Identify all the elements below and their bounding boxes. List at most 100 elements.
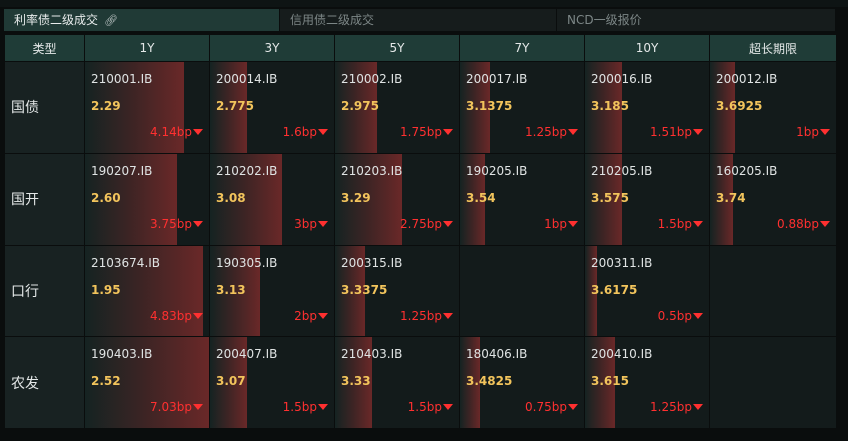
- down-arrow-icon: [318, 129, 328, 135]
- table-row: 农发 190403.IB 2.52 7.03bp 200407.IB 3.07 1.5bp 2…: [4, 336, 837, 429]
- down-arrow-icon: [693, 404, 703, 411]
- yield-change-value: 1.25bp: [400, 308, 442, 323]
- bond-code: 210203.IB: [341, 163, 403, 178]
- bond-cell[interactable]: 210002.IB 2.975 1.75bp: [334, 61, 460, 154]
- down-arrow-icon: [318, 220, 328, 227]
- yield-change-value: 4.14bp: [150, 125, 192, 139]
- bond-yield: 1.95: [91, 282, 121, 297]
- tab-label: 信用债二级成交: [290, 13, 375, 27]
- bond-yield: 3.6925: [716, 99, 763, 113]
- yield-change-value: 1.5bp: [407, 400, 442, 415]
- down-arrow-icon: [568, 220, 578, 227]
- down-arrow-icon: [318, 312, 328, 319]
- table-row: 口行 2103674.IB 1.95 4.83bp 190305.IB 3.13 2bp 20…: [4, 244, 837, 338]
- bond-yield: 2.52: [91, 374, 121, 389]
- table-row: 国开 190207.IB 2.60 3.75bp 210202.IB 3.08 3bp 210…: [4, 152, 837, 246]
- bond-code: 200311.IB: [591, 255, 653, 270]
- bond-cell[interactable]: 200410.IB 3.615 1.25bp: [584, 336, 710, 429]
- bond-yield: 3.07: [216, 374, 246, 389]
- bond-cell[interactable]: 180406.IB 3.4825 0.75bp: [459, 336, 585, 429]
- bond-cell[interactable]: 200014.IB 2.775 1.6bp: [209, 61, 335, 154]
- yield-change: 1.25bp: [525, 125, 578, 139]
- bond-cell[interactable]: 210202.IB 3.08 3bp: [209, 152, 335, 246]
- table-row: 国债 210001.IB 2.29 4.14bp 200014.IB 2.775 1.6bp…: [4, 61, 837, 154]
- down-arrow-icon: [693, 220, 703, 227]
- yield-change-value: 7.03bp: [150, 400, 192, 415]
- link-icon[interactable]: 🔗︎: [104, 10, 118, 32]
- bond-cell[interactable]: 200012.IB 3.6925 1bp: [709, 61, 837, 154]
- tab-label: NCD一级报价: [567, 13, 642, 27]
- yield-change: 1.25bp: [400, 309, 453, 323]
- down-arrow-icon: [443, 404, 453, 411]
- bond-cell[interactable]: 210205.IB 3.575 1.5bp: [584, 152, 710, 246]
- bond-code: 200410.IB: [591, 347, 653, 362]
- bond-cell[interactable]: 210203.IB 3.29 2.75bp: [334, 152, 460, 246]
- bond-cell[interactable]: 190207.IB 2.60 3.75bp: [84, 152, 210, 246]
- yield-change: 2.75bp: [400, 217, 453, 231]
- bond-cell[interactable]: 210001.IB 2.29 4.14bp: [84, 61, 210, 154]
- bond-cell[interactable]: 190305.IB 3.13 2bp: [209, 244, 335, 338]
- column-header-7y: 7Y: [459, 34, 585, 62]
- bond-code: 2103674.IB: [91, 255, 161, 270]
- tab-rate-bond-secondary[interactable]: 利率债二级成交 🔗︎: [4, 9, 280, 31]
- yield-change-value: 2.75bp: [400, 216, 442, 231]
- bond-cell[interactable]: 190403.IB 2.52 7.03bp: [84, 336, 210, 429]
- column-header-type: 类型: [4, 34, 85, 62]
- down-arrow-icon: [193, 129, 203, 135]
- bond-code: 200407.IB: [216, 347, 278, 362]
- yield-change-value: 2bp: [294, 308, 317, 323]
- bond-cell[interactable]: 210403.IB 3.33 1.5bp: [334, 336, 460, 429]
- yield-change-value: 1.5bp: [657, 216, 692, 231]
- top-strip: [0, 0, 848, 7]
- yield-change: 1.5bp: [658, 217, 703, 231]
- yield-change: 1.51bp: [650, 125, 703, 139]
- row-type-label: 口行: [4, 244, 85, 338]
- down-arrow-icon: [568, 404, 578, 411]
- column-header-ultra-long: 超长期限: [709, 34, 837, 62]
- row-type-label: 国开: [4, 152, 85, 246]
- bond-yield: 3.4825: [466, 374, 513, 389]
- yield-change-value: 1.51bp: [650, 125, 692, 139]
- yield-change-value: 1bp: [544, 216, 567, 231]
- bond-yield: 3.54: [466, 190, 496, 205]
- yield-change: 1bp: [544, 217, 578, 231]
- bond-code: 200012.IB: [716, 72, 778, 86]
- yield-change-value: 1.25bp: [650, 400, 692, 415]
- yield-change: 1.6bp: [283, 125, 328, 139]
- column-header-10y: 10Y: [584, 34, 710, 62]
- yield-change: 1.5bp: [283, 400, 328, 414]
- bond-cell[interactable]: 200315.IB 3.3375 1.25bp: [334, 244, 460, 338]
- yield-change: 3bp: [294, 217, 328, 231]
- bond-yield: 3.3375: [341, 282, 388, 297]
- bond-code: 200315.IB: [341, 255, 403, 270]
- down-arrow-icon: [193, 220, 203, 227]
- bond-cell[interactable]: 2103674.IB 1.95 4.83bp: [84, 244, 210, 338]
- row-type-label: 农发: [4, 336, 85, 429]
- bond-code: 210002.IB: [341, 72, 403, 86]
- tab-credit-bond-secondary[interactable]: 信用债二级成交: [280, 9, 557, 31]
- yield-change: 0.75bp: [525, 400, 578, 414]
- yield-change: 7.03bp: [150, 400, 203, 414]
- tab-ncd-primary-quote[interactable]: NCD一级报价: [557, 9, 836, 31]
- yield-change: 1bp: [796, 125, 830, 139]
- bond-cell[interactable]: 200407.IB 3.07 1.5bp: [209, 336, 335, 429]
- bond-code: 190403.IB: [91, 347, 153, 362]
- bond-yield: 3.08: [216, 190, 246, 205]
- bond-yield: 3.575: [591, 190, 629, 205]
- bond-cell[interactable]: 200016.IB 3.185 1.51bp: [584, 61, 710, 154]
- bond-cell[interactable]: 200017.IB 3.1375 1.25bp: [459, 61, 585, 154]
- down-arrow-icon: [820, 129, 830, 135]
- down-arrow-icon: [443, 312, 453, 319]
- bond-cell[interactable]: 160205.IB 3.74 0.88bp: [709, 152, 837, 246]
- bond-yield: 3.74: [716, 190, 746, 205]
- tab-bar: 利率债二级成交 🔗︎ 信用债二级成交 NCD一级报价: [4, 9, 836, 31]
- bond-yield: 2.775: [216, 99, 254, 113]
- row-type-label: 国债: [4, 61, 85, 154]
- bond-cell[interactable]: 190205.IB 3.54 1bp: [459, 152, 585, 246]
- yield-change: 3.75bp: [150, 217, 203, 231]
- bond-cell[interactable]: 200311.IB 3.6175 0.5bp: [584, 244, 710, 338]
- yield-change-value: 3.75bp: [150, 216, 192, 231]
- header-row: 类型 1Y 3Y 5Y 7Y 10Y 超长期限: [4, 34, 837, 62]
- yield-change-value: 0.88bp: [777, 216, 819, 231]
- bond-code: 190305.IB: [216, 255, 278, 270]
